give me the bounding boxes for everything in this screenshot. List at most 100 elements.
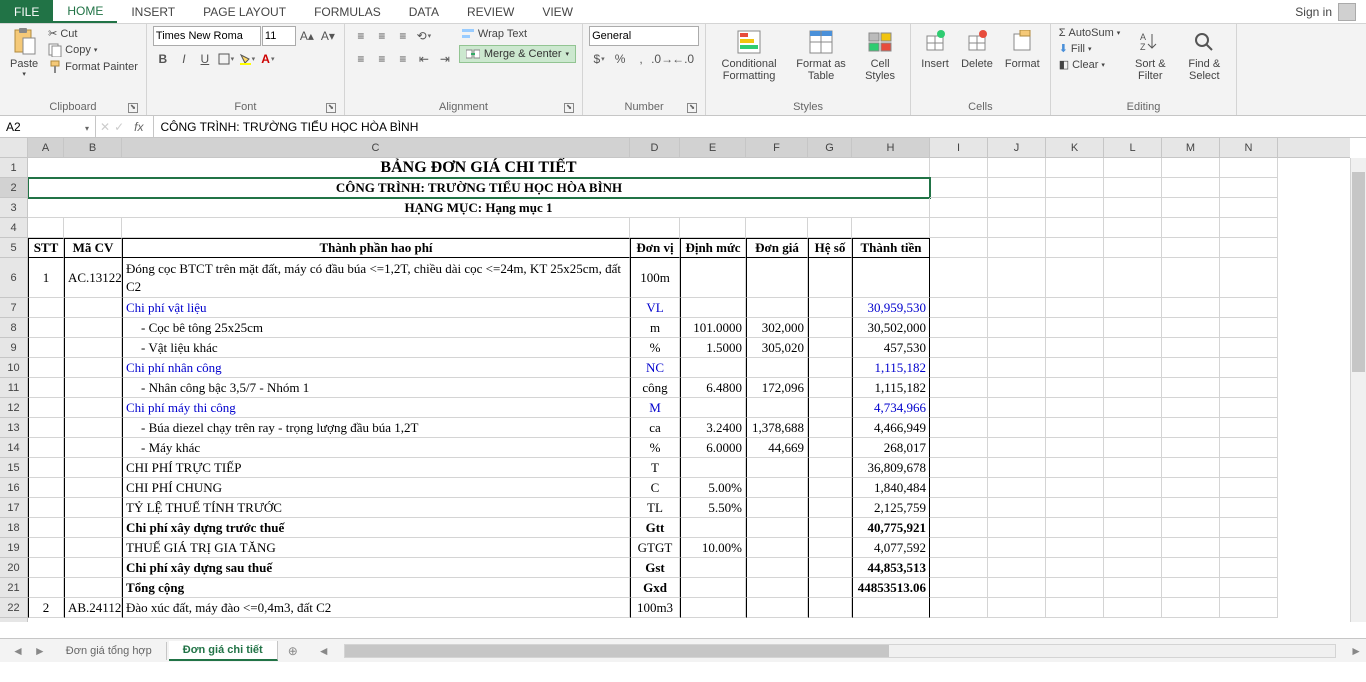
name-box[interactable]: A2 <box>0 116 96 137</box>
align-left-button[interactable]: ≡ <box>351 49 371 69</box>
clipboard-launcher[interactable]: ⬊ <box>128 103 138 113</box>
delete-icon <box>963 28 991 56</box>
alignment-launcher[interactable]: ⬊ <box>564 103 574 113</box>
vertical-scrollbar[interactable] <box>1350 158 1366 622</box>
group-label-clipboard: Clipboard <box>49 101 96 113</box>
format-painter-button[interactable]: Format Painter <box>46 59 140 75</box>
font-launcher[interactable]: ⬊ <box>326 103 336 113</box>
cut-button[interactable]: ✂Cut <box>46 26 140 41</box>
table-icon <box>807 28 835 56</box>
increase-decimal-button[interactable]: .0→ <box>652 49 672 69</box>
tab-file[interactable]: FILE <box>0 0 53 23</box>
sheet-tab-0[interactable]: Đơn giá tổng hợp <box>52 642 167 660</box>
orientation-button[interactable]: ⟲ <box>414 26 434 46</box>
group-label-alignment: Alignment <box>439 101 488 113</box>
cell-styles-icon <box>866 28 894 56</box>
vscroll-thumb[interactable] <box>1352 172 1365 372</box>
fill-icon: ⬇ <box>1059 42 1068 55</box>
sheet-nav-next[interactable]: ► <box>30 644 50 658</box>
sort-filter-button[interactable]: AZSort & Filter <box>1126 26 1174 84</box>
ribbon: Paste▾ ✂Cut Copy▾ Format Painter Clipboa… <box>0 24 1366 116</box>
group-clipboard: Paste▾ ✂Cut Copy▾ Format Painter Clipboa… <box>0 24 147 115</box>
select-all-corner[interactable] <box>0 138 28 158</box>
comma-button[interactable]: , <box>631 49 651 69</box>
number-format-select[interactable] <box>589 26 699 46</box>
wrap-text-button[interactable]: Wrap Text <box>459 26 576 42</box>
group-alignment: ≡ ≡ ≡ ⟲ ≡ ≡ ≡ ⇤ ⇥ Wrap Text Merge & Cent… <box>345 24 583 115</box>
group-label-editing: Editing <box>1057 99 1231 115</box>
increase-indent-button[interactable]: ⇥ <box>435 49 455 69</box>
insert-icon <box>921 28 949 56</box>
hscroll-thumb[interactable] <box>345 645 890 657</box>
row-headers[interactable]: 12345678910111213141516171819202122 <box>0 158 28 622</box>
accounting-button[interactable]: $ <box>589 49 609 69</box>
formula-input[interactable] <box>154 116 1366 137</box>
font-name-select[interactable] <box>153 26 261 46</box>
horizontal-scrollbar[interactable]: ◄ ► <box>314 639 1366 662</box>
align-bottom-button[interactable]: ≡ <box>393 26 413 46</box>
paste-label: Paste <box>10 58 38 70</box>
tab-pagelayout[interactable]: PAGE LAYOUT <box>189 0 300 23</box>
font-size-select[interactable] <box>262 26 296 46</box>
number-launcher[interactable]: ⬊ <box>687 103 697 113</box>
tab-insert[interactable]: INSERT <box>117 0 189 23</box>
conditional-formatting-icon <box>735 28 763 56</box>
avatar-icon <box>1338 3 1356 21</box>
delete-cells-button[interactable]: Delete <box>957 26 997 72</box>
group-label-font: Font <box>234 101 256 113</box>
formula-bar: A2 ✕ ✓ fx <box>0 116 1366 138</box>
find-select-button[interactable]: Find & Select <box>1178 26 1230 84</box>
paste-button[interactable]: Paste▾ <box>6 26 42 80</box>
group-label-number: Number <box>625 101 664 113</box>
align-center-button[interactable]: ≡ <box>372 49 392 69</box>
cells-area[interactable]: BẢNG ĐƠN GIÁ CHI TIẾTCÔNG TRÌNH: TRƯỜNG … <box>28 158 1350 622</box>
insert-cells-button[interactable]: Insert <box>917 26 953 72</box>
decrease-font-button[interactable]: A▾ <box>318 26 338 46</box>
tab-view[interactable]: VIEW <box>528 0 587 23</box>
signin-label: Sign in <box>1295 5 1332 19</box>
italic-button[interactable]: I <box>174 49 194 69</box>
increase-font-button[interactable]: A▴ <box>297 26 317 46</box>
fx-icon[interactable]: fx <box>128 120 149 134</box>
decrease-indent-button[interactable]: ⇤ <box>414 49 434 69</box>
merge-center-button[interactable]: Merge & Center▾ <box>459 45 576 63</box>
cut-icon: ✂ <box>48 27 57 40</box>
group-editing: ΣAutoSum▾ ⬇Fill▾ ◧Clear▾ AZSort & Filter… <box>1051 24 1238 115</box>
copy-button[interactable]: Copy▾ <box>46 42 140 58</box>
new-sheet-button[interactable]: ⊕ <box>280 644 306 658</box>
underline-button[interactable]: U <box>195 49 215 69</box>
paste-icon <box>10 28 38 56</box>
format-table-button[interactable]: Format as Table <box>790 26 852 84</box>
clear-button[interactable]: ◧Clear▾ <box>1057 57 1123 72</box>
group-styles: Conditional Formatting Format as Table C… <box>706 24 911 115</box>
tab-review[interactable]: REVIEW <box>453 0 528 23</box>
sheet-tab-1[interactable]: Đơn giá chi tiết <box>169 641 278 661</box>
align-middle-button[interactable]: ≡ <box>372 26 392 46</box>
signin-link[interactable]: Sign in <box>1285 0 1366 23</box>
tab-data[interactable]: DATA <box>395 0 453 23</box>
format-cells-button[interactable]: Format <box>1001 26 1044 72</box>
percent-button[interactable]: % <box>610 49 630 69</box>
merge-icon <box>466 48 480 60</box>
font-color-button[interactable]: A <box>258 49 278 69</box>
cell-styles-button[interactable]: Cell Styles <box>856 26 904 84</box>
enter-formula-icon[interactable]: ✓ <box>114 120 124 134</box>
align-top-button[interactable]: ≡ <box>351 26 371 46</box>
clear-icon: ◧ <box>1059 58 1069 71</box>
conditional-formatting-button[interactable]: Conditional Formatting <box>712 26 786 84</box>
autosum-button[interactable]: ΣAutoSum▾ <box>1057 26 1123 40</box>
sheet-nav-prev[interactable]: ◄ <box>8 644 28 658</box>
fill-button[interactable]: ⬇Fill▾ <box>1057 41 1123 56</box>
tab-home[interactable]: HOME <box>53 0 117 23</box>
sum-icon: Σ <box>1059 27 1066 39</box>
fill-color-button[interactable] <box>237 49 257 69</box>
cancel-formula-icon[interactable]: ✕ <box>100 120 110 134</box>
bold-button[interactable]: B <box>153 49 173 69</box>
column-headers[interactable]: ABCDEFGHIJKLMN <box>28 138 1350 158</box>
border-button[interactable] <box>216 49 236 69</box>
svg-text:Z: Z <box>1140 42 1146 52</box>
decrease-decimal-button[interactable]: ←.0 <box>673 49 693 69</box>
tab-formulas[interactable]: FORMULAS <box>300 0 395 23</box>
group-number: $ % , .0→ ←.0 Number ⬊ <box>583 24 706 115</box>
align-right-button[interactable]: ≡ <box>393 49 413 69</box>
